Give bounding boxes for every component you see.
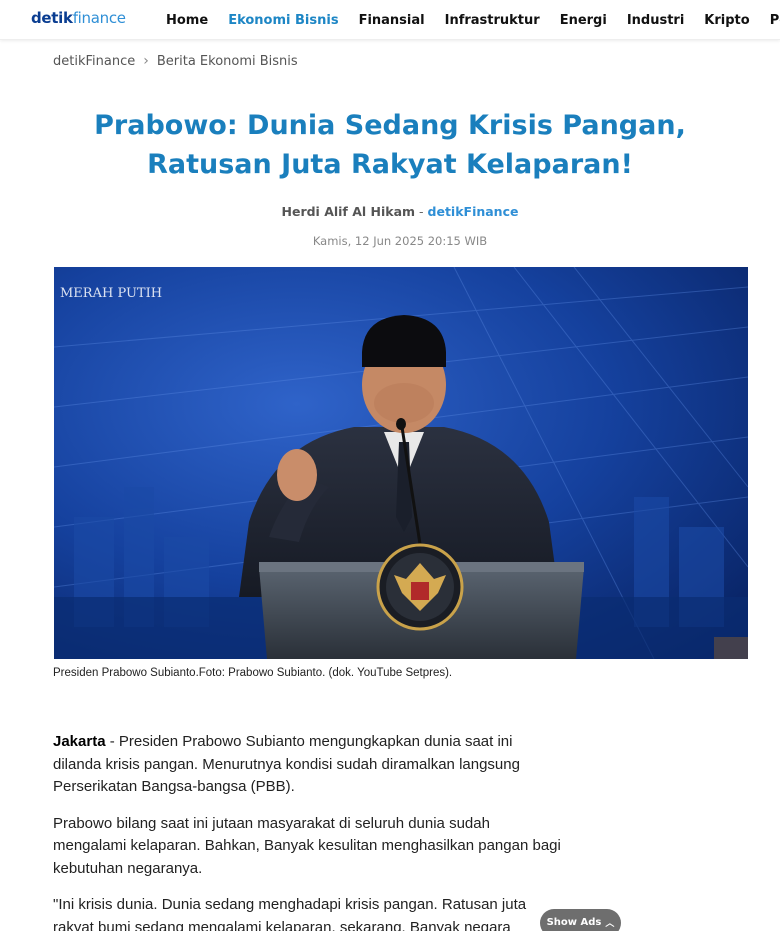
nav-home[interactable]: Home [166, 13, 208, 28]
breadcrumb-item-detikfinance[interactable]: detikFinance [53, 54, 135, 69]
article-paragraph-lead: Jakarta - Presiden Prabowo Subianto meng… [53, 731, 563, 799]
show-ads-label: Show Ads [546, 916, 602, 928]
top-navbar: detikfinance Home Ekonomi Bisnis Finansi… [0, 0, 780, 40]
photo-caption: Presiden Prabowo Subianto.Foto: Prabowo … [53, 667, 453, 679]
nav-perencanaan[interactable]: Perencanaan [770, 13, 780, 28]
byline-separator: - [415, 204, 428, 219]
chevron-right-icon: › [143, 53, 149, 69]
nav-infrastruktur[interactable]: Infrastruktur [445, 13, 540, 28]
article-title: Prabowo: Dunia Sedang Krisis Pangan, Rat… [94, 110, 686, 180]
nav-kripto[interactable]: Kripto [704, 13, 749, 28]
article-date: Kamis, 12 Jun 2025 20:15 WIB [312, 234, 488, 248]
lead-text: - Presiden Prabowo Subianto mengungkapka… [53, 733, 520, 795]
site-logo[interactable]: detikfinance [31, 9, 126, 27]
source-name[interactable]: detikFinance [428, 204, 519, 219]
nav-finansial[interactable]: Finansial [359, 13, 425, 28]
breadcrumb-item-ekonomi-bisnis[interactable]: Berita Ekonomi Bisnis [157, 54, 298, 69]
article-body: Jakarta - Presiden Prabowo Subianto meng… [53, 731, 563, 931]
nav-ekonomi-bisnis[interactable]: Ekonomi Bisnis [228, 13, 338, 28]
chevron-up-icon: ︿ [605, 918, 615, 929]
show-ads-button[interactable]: Show Ads ︿ [540, 909, 621, 931]
nav-industri[interactable]: Industri [627, 13, 684, 28]
breadcrumb: detikFinance › Berita Ekonomi Bisnis [53, 53, 298, 69]
nav-energi[interactable]: Energi [560, 13, 607, 28]
logo-bold-text: detik [31, 9, 73, 27]
photo-watermark: MERAH PUTIH [60, 286, 162, 301]
article-photo: MERAH PUTIH [54, 267, 748, 659]
author-name: Herdi Alif Al Hikam [281, 204, 416, 219]
prabowo-speech-image: MERAH PUTIH [54, 267, 748, 659]
article-byline: Herdi Alif Al Hikam - detikFinance [0, 204, 780, 219]
lead-location: Jakarta [53, 733, 106, 750]
logo-light-text: finance [72, 9, 126, 27]
article-paragraph-3: "Ini krisis dunia. Dunia sedang menghada… [53, 896, 527, 931]
main-nav: Home Ekonomi Bisnis Finansial Infrastruk… [166, 0, 780, 39]
article-paragraph-2: Prabowo bilang saat ini jutaan masyaraka… [53, 814, 561, 877]
